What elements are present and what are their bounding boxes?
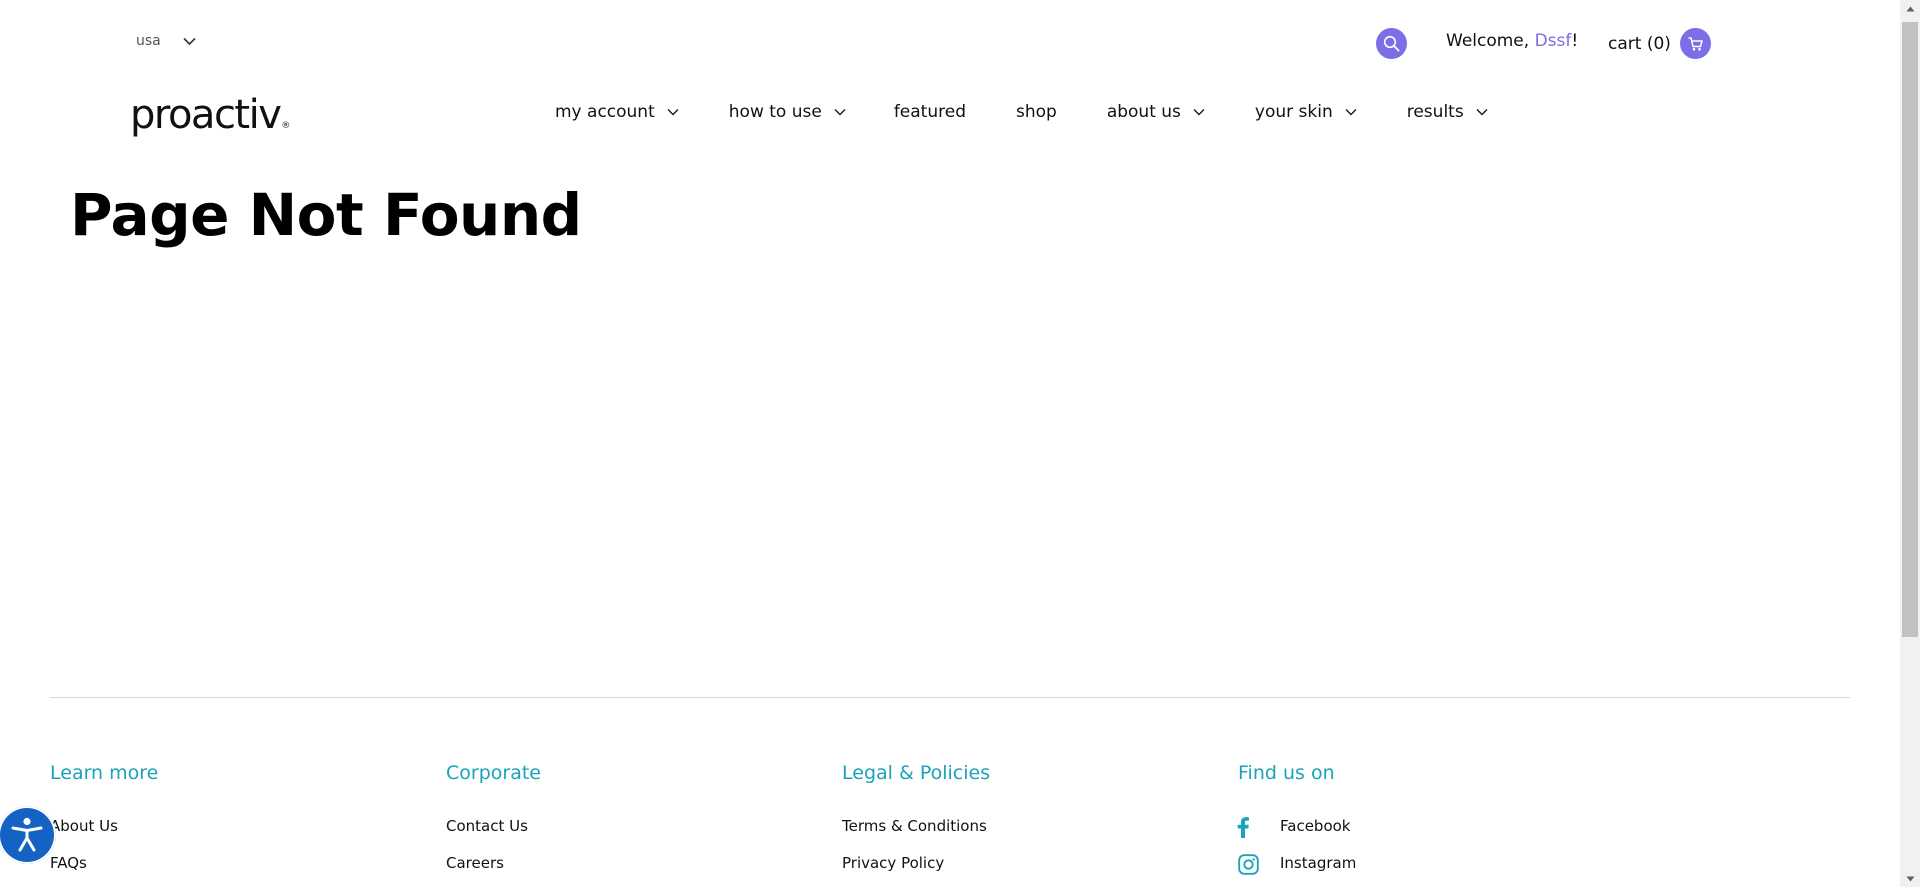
country-label: usa bbox=[136, 33, 161, 49]
chevron-down-icon bbox=[1476, 108, 1488, 116]
footer-link-privacy[interactable]: Privacy Policy bbox=[842, 854, 944, 872]
nav-shop[interactable]: shop bbox=[1016, 102, 1057, 122]
country-selector[interactable]: usa bbox=[136, 33, 196, 49]
footer-link-careers[interactable]: Careers bbox=[446, 854, 504, 872]
chevron-down-icon bbox=[834, 108, 846, 116]
accessibility-button[interactable] bbox=[0, 806, 56, 864]
footer-heading-learn-more: Learn more bbox=[50, 762, 159, 784]
welcome-suffix: ! bbox=[1571, 31, 1579, 51]
chevron-down-icon bbox=[183, 37, 196, 45]
chevron-down-icon bbox=[667, 108, 679, 116]
nav-results[interactable]: results bbox=[1407, 102, 1488, 122]
facebook-icon[interactable] bbox=[1232, 816, 1254, 838]
footer-heading-find-us: Find us on bbox=[1238, 762, 1335, 784]
welcome-prefix: Welcome, bbox=[1446, 31, 1535, 51]
user-name[interactable]: Dssf bbox=[1535, 31, 1572, 51]
brand-logo[interactable]: proactiv® bbox=[130, 92, 290, 138]
footer-divider bbox=[50, 697, 1850, 698]
search-button[interactable] bbox=[1376, 28, 1407, 59]
footer-link-facebook[interactable]: Facebook bbox=[1280, 817, 1350, 835]
nav-label: about us bbox=[1106, 102, 1181, 122]
nav-how-to-use[interactable]: how to use bbox=[729, 102, 846, 122]
footer-link-terms[interactable]: Terms & Conditions bbox=[842, 817, 987, 835]
search-icon bbox=[1383, 35, 1400, 52]
footer-link-about-us[interactable]: About Us bbox=[50, 817, 118, 835]
scrollbar-thumb[interactable] bbox=[1902, 22, 1918, 637]
nav-label: shop bbox=[1015, 102, 1057, 122]
chevron-down-icon bbox=[1193, 108, 1205, 116]
accessibility-icon bbox=[11, 817, 43, 852]
footer-link-instagram[interactable]: Instagram bbox=[1280, 854, 1356, 872]
logo-text: proactiv bbox=[130, 92, 282, 138]
nav-your-skin[interactable]: your skin bbox=[1255, 102, 1357, 122]
scroll-down-icon[interactable] bbox=[1900, 870, 1920, 887]
cart-label: cart (0) bbox=[1608, 33, 1671, 54]
nav-my-account[interactable]: my account bbox=[555, 102, 679, 122]
chevron-down-icon bbox=[1345, 108, 1357, 116]
cart-icon bbox=[1679, 28, 1711, 59]
footer-link-faqs[interactable]: FAQs bbox=[50, 854, 87, 872]
welcome-message: Welcome, Dssf! bbox=[1446, 31, 1578, 51]
footer-heading-legal: Legal & Policies bbox=[842, 762, 991, 784]
main-nav: my account how to use featured shop abou… bbox=[555, 102, 1488, 122]
footer-link-contact-us[interactable]: Contact Us bbox=[446, 817, 528, 835]
logo-mark: ® bbox=[281, 121, 291, 131]
nav-label: results bbox=[1406, 102, 1464, 122]
nav-label: my account bbox=[555, 102, 655, 122]
nav-label: featured bbox=[893, 102, 966, 122]
nav-featured[interactable]: featured bbox=[894, 102, 966, 122]
nav-label: how to use bbox=[728, 102, 822, 122]
scroll-up-icon[interactable] bbox=[1900, 0, 1920, 17]
nav-about-us[interactable]: about us bbox=[1107, 102, 1205, 122]
page-title: Page Not Found bbox=[70, 181, 582, 249]
nav-label: your skin bbox=[1254, 102, 1333, 122]
footer-heading-corporate: Corporate bbox=[446, 762, 541, 784]
instagram-icon[interactable] bbox=[1237, 853, 1259, 875]
cart-button[interactable]: cart (0) bbox=[1608, 28, 1711, 59]
